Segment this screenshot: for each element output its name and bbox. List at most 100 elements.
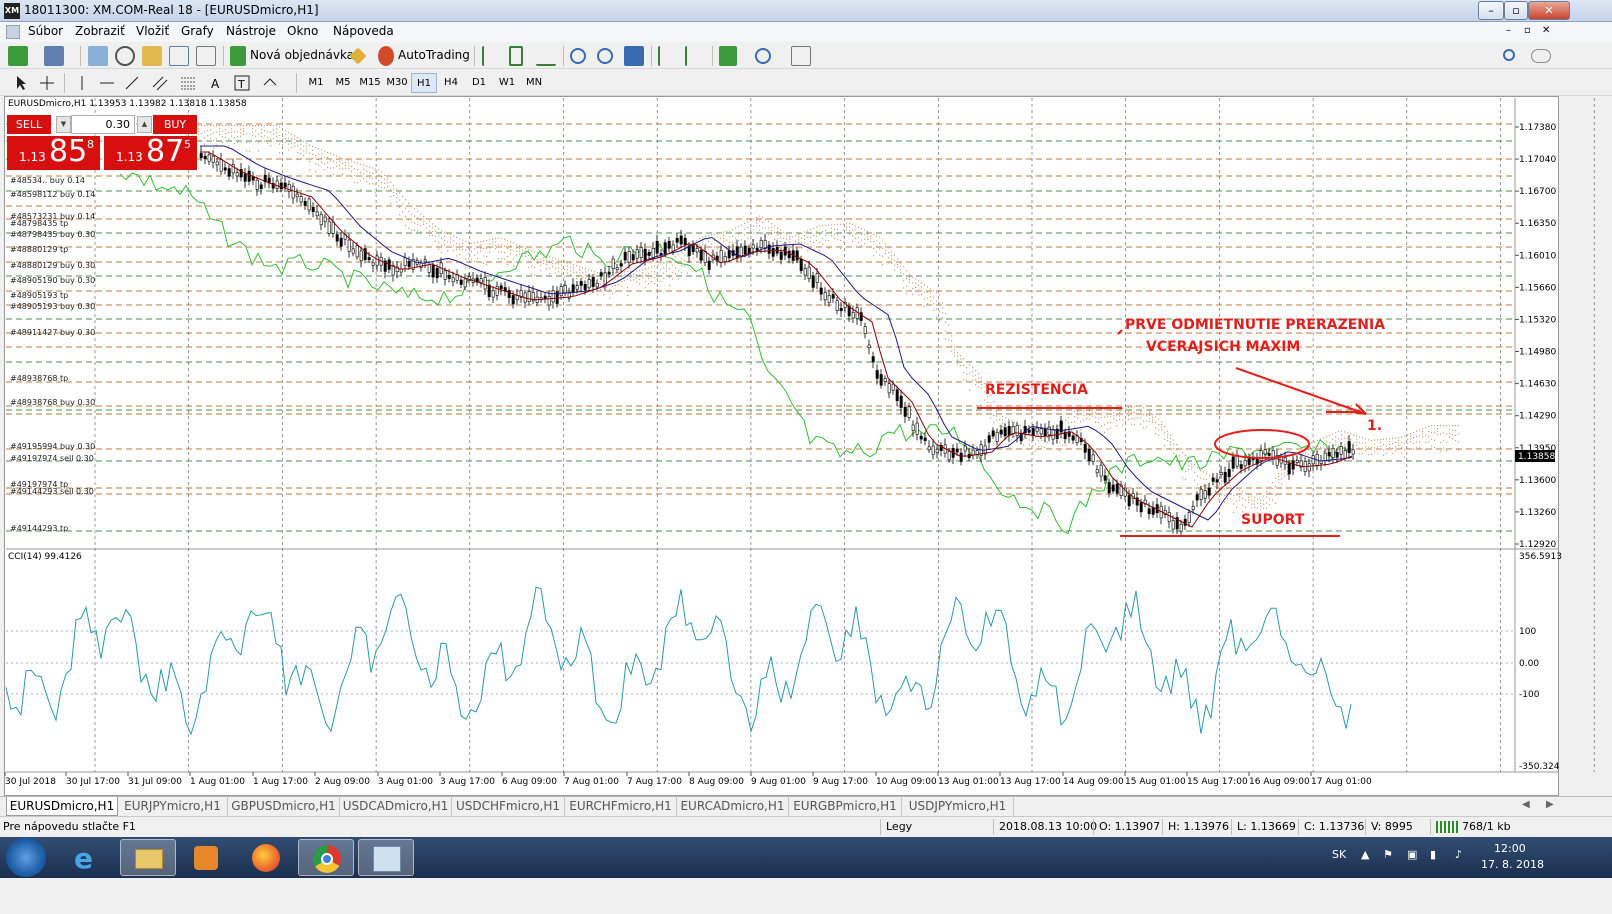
- tray-language[interactable]: SK: [1332, 848, 1346, 861]
- status-volume: V: 8995: [1371, 820, 1413, 833]
- status-low: L: 1.13669: [1237, 820, 1296, 833]
- marker-label: 1.: [1367, 418, 1383, 434]
- chart-tabs: EURUSDmicro,H1 EURJPYmicro,H1 GBPUSDmicr…: [0, 796, 1612, 816]
- tab-gbpusd[interactable]: GBPUSDmicro,H1: [228, 797, 340, 816]
- firefox-icon[interactable]: [238, 839, 294, 876]
- sell-price[interactable]: 1.13 85 8: [7, 134, 100, 170]
- tab-scroll-left-icon[interactable]: ◀: [1522, 799, 1530, 810]
- chart-window[interactable]: [4, 96, 1559, 796]
- new-order-icon[interactable]: [230, 46, 246, 66]
- chat-icon[interactable]: [1531, 49, 1551, 63]
- start-button-icon[interactable]: [6, 838, 46, 877]
- tray-time[interactable]: 12:00: [1494, 842, 1526, 855]
- close-button[interactable]: ✕: [1528, 1, 1570, 20]
- drawing-toolbar: A T M1 M5 M15 M30 H1 H4 D1 W1 MN: [0, 69, 1612, 96]
- autotrading-button[interactable]: AutoTrading: [398, 48, 470, 62]
- tab-eurcad[interactable]: EURCADmicro,H1: [677, 797, 789, 816]
- chrome-icon[interactable]: [298, 839, 354, 876]
- bar-chart-icon[interactable]: [482, 46, 502, 66]
- tab-eurchf[interactable]: EURCHFmicro,H1: [565, 797, 677, 816]
- tab-usdjpy[interactable]: USDJPYmicro,H1: [902, 797, 1014, 816]
- search-icon[interactable]: [1503, 49, 1515, 61]
- tab-eurjpy[interactable]: EURJPYmicro,H1: [118, 797, 228, 816]
- buy-button[interactable]: BUY: [153, 115, 197, 134]
- fibonacci-icon[interactable]: [178, 73, 198, 93]
- text-icon[interactable]: A: [205, 73, 225, 93]
- menu-charts[interactable]: Grafy: [181, 24, 214, 38]
- file-explorer-icon[interactable]: [120, 839, 176, 876]
- menu-file[interactable]: Súbor: [28, 24, 63, 38]
- media-player-icon[interactable]: [178, 839, 234, 876]
- lot-decrease-icon[interactable]: ▼: [56, 116, 71, 133]
- data-window-icon[interactable]: [115, 46, 135, 66]
- connection-icon[interactable]: [1436, 821, 1458, 833]
- indicators-icon[interactable]: [719, 46, 737, 66]
- tray-flag-icon[interactable]: ⚑: [1383, 848, 1393, 861]
- status-bar: Pre nápovedu stlačte F1 Legy 2018.08.13 …: [0, 816, 1612, 836]
- buy-price[interactable]: 1.13 87 5: [104, 134, 197, 170]
- menu-help[interactable]: Nápoveda: [333, 24, 394, 38]
- timeframe-h1[interactable]: H1: [411, 73, 437, 93]
- status-close: C: 1.13736: [1304, 820, 1365, 833]
- timeframe-mn[interactable]: MN: [521, 73, 547, 93]
- market-watch-icon[interactable]: [88, 46, 108, 66]
- zoom-in-icon[interactable]: [570, 48, 586, 64]
- tab-usdchf[interactable]: USDCHFmicro,H1: [452, 797, 565, 816]
- periods-icon[interactable]: [755, 48, 771, 64]
- mdi-minimize-icon[interactable]: –: [1506, 25, 1511, 36]
- navigator-icon[interactable]: [142, 46, 162, 66]
- zoom-out-icon[interactable]: [597, 48, 613, 64]
- crosshair-icon[interactable]: [37, 73, 57, 93]
- tab-eurusd[interactable]: EURUSDmicro,H1: [6, 797, 118, 816]
- new-order-button[interactable]: Nová objednávka: [250, 48, 354, 62]
- lot-increase-icon[interactable]: ▲: [137, 116, 152, 133]
- candlestick-icon[interactable]: [509, 46, 523, 66]
- text-label-icon[interactable]: T: [232, 73, 252, 93]
- timeframe-w1[interactable]: W1: [494, 73, 520, 93]
- tester-icon[interactable]: [196, 46, 216, 66]
- timeframe-m30[interactable]: M30: [384, 73, 410, 93]
- tray-date[interactable]: 17. 8. 2018: [1481, 858, 1544, 871]
- timeframe-m1[interactable]: M1: [303, 73, 329, 93]
- tab-usdcad[interactable]: USDCADmicro,H1: [340, 797, 452, 816]
- tray-volume-icon[interactable]: ♪: [1455, 848, 1462, 861]
- internet-explorer-icon[interactable]: e: [60, 839, 116, 876]
- timeframe-d1[interactable]: D1: [466, 73, 492, 93]
- tray-network-icon[interactable]: ▮: [1430, 848, 1436, 861]
- menu-insert[interactable]: Vložiť: [136, 24, 169, 38]
- arrows-icon[interactable]: [260, 73, 280, 93]
- cursor-icon[interactable]: [12, 73, 32, 93]
- tab-scroll-right-icon[interactable]: ▶: [1546, 799, 1554, 810]
- lot-size-input[interactable]: 0.30: [71, 115, 135, 134]
- autoscroll-icon[interactable]: [658, 46, 678, 66]
- metatrader-icon[interactable]: [358, 839, 414, 876]
- chart-shift-icon[interactable]: [685, 46, 705, 66]
- mdi-close-icon[interactable]: ✕: [1542, 25, 1550, 36]
- tile-windows-icon[interactable]: [624, 46, 644, 66]
- vertical-line-icon[interactable]: [72, 73, 92, 93]
- minimize-button[interactable]: –: [1478, 1, 1504, 20]
- line-chart-icon[interactable]: [536, 46, 556, 66]
- autotrading-icon[interactable]: [378, 46, 394, 66]
- terminal-icon[interactable]: [169, 46, 189, 66]
- templates-icon[interactable]: [791, 46, 811, 66]
- profiles-icon[interactable]: [44, 46, 64, 66]
- new-chart-icon[interactable]: [8, 46, 28, 66]
- menu-tools[interactable]: Nástroje: [226, 24, 276, 38]
- tray-expand-icon[interactable]: ▲: [1361, 848, 1369, 861]
- sell-button[interactable]: SELL: [7, 115, 51, 134]
- tab-eurgbp[interactable]: EURGBPmicro,H1: [789, 797, 902, 816]
- timeframe-h4[interactable]: H4: [438, 73, 464, 93]
- menu-window[interactable]: Okno: [287, 24, 318, 38]
- tray-device-icon[interactable]: ▣: [1407, 848, 1417, 861]
- status-help: Pre nápovedu stlačte F1: [3, 820, 136, 833]
- timeframe-m5[interactable]: M5: [330, 73, 356, 93]
- horizontal-line-icon[interactable]: [97, 73, 117, 93]
- menu-view[interactable]: Zobraziť: [75, 24, 125, 38]
- trendline-icon[interactable]: [122, 73, 142, 93]
- mdi-restore-icon[interactable]: ▫: [1524, 25, 1531, 36]
- timeframe-m15[interactable]: M15: [357, 73, 383, 93]
- channel-icon[interactable]: [150, 73, 170, 93]
- document-icon[interactable]: [6, 25, 20, 39]
- maximize-button[interactable]: ▫: [1504, 1, 1528, 20]
